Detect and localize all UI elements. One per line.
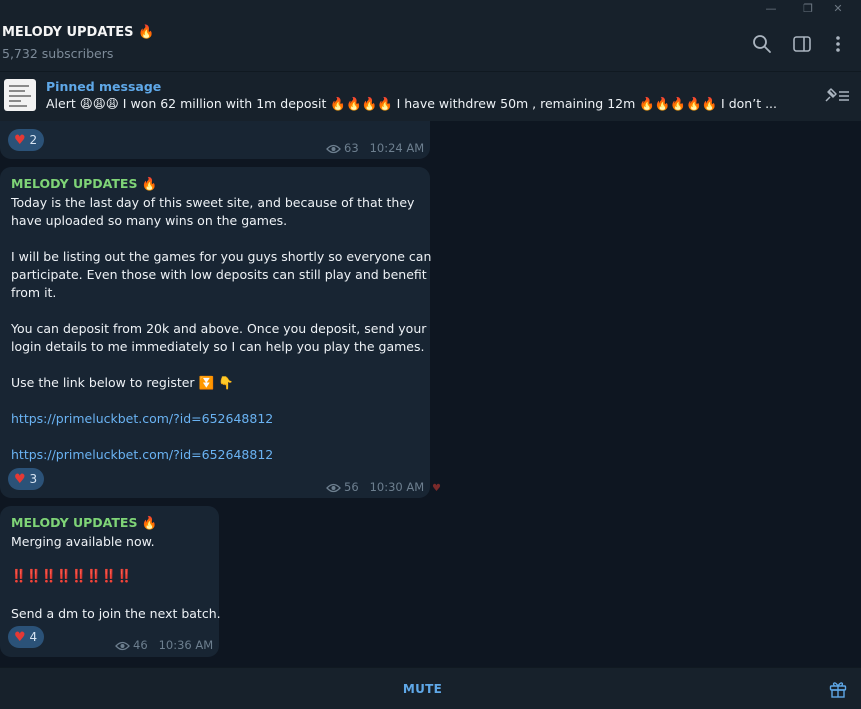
reaction-badge[interactable]: ♥ 3 [8, 468, 45, 490]
channel-title[interactable]: MELODY UPDATES 🔥 [2, 25, 154, 40]
reaction-count: 2 [29, 133, 38, 147]
message-line: login details to me immediately so I can… [11, 339, 425, 354]
reaction-badge[interactable]: ♥ 4 [8, 626, 45, 648]
message-time: 10:30 AM [369, 480, 425, 494]
message-bubble[interactable]: MELODY UPDATES 🔥 Merging available now. … [0, 506, 221, 657]
message-line: from it. [11, 285, 57, 300]
message-line: You can deposit from 20k and above. Once… [11, 321, 427, 336]
register-link[interactable]: https://primeluckbet.com/?id=652648812 [11, 447, 273, 462]
pin-list-icon[interactable] [822, 87, 850, 105]
message-bubble[interactable]: MELODY UPDATES 🔥 Today is the last day o… [0, 167, 432, 498]
reaction-badge[interactable]: ♥ 2 [8, 129, 45, 151]
message-meta: 63 10:24 AM [326, 141, 424, 155]
message-bubble[interactable]: ♥ 2 63 10:24 AM [0, 121, 430, 159]
eye-icon [326, 483, 341, 493]
pinned-thumbnail [4, 79, 36, 111]
message-line: Use the link below to register ⏬ 👇 [11, 375, 234, 390]
reaction-count: 3 [29, 472, 38, 486]
message-line: have uploaded so many wins on the games. [11, 213, 288, 228]
subscriber-count: 5,732 subscribers [2, 46, 114, 61]
reaction-count: 4 [29, 630, 38, 644]
message-line: Today is the last day of this sweet site… [11, 195, 415, 210]
register-link[interactable]: https://primeluckbet.com/?id=652648812 [11, 411, 273, 426]
close-icon[interactable]: ✕ [827, 0, 849, 17]
sidebar-toggle-icon[interactable] [792, 34, 812, 54]
channel-footer: MUTE [0, 667, 861, 709]
message-line: Merging available now. [11, 534, 155, 549]
message-time: 10:24 AM [369, 141, 425, 155]
pinned-label: Pinned message [46, 79, 162, 94]
eye-icon [326, 144, 341, 154]
pinned-message-bar[interactable]: Pinned message Alert 😩😩😩 I won 62 millio… [0, 71, 861, 121]
sender-name[interactable]: MELODY UPDATES 🔥 [11, 515, 157, 531]
side-heart-icon: ♥ [432, 483, 441, 494]
pinned-text: Alert 😩😩😩 I won 62 million with 1m depos… [46, 96, 777, 111]
heart-icon: ♥ [14, 472, 26, 487]
message-meta: 56 10:30 AM [326, 480, 424, 494]
message-line: ‼️‼️‼️‼️‼️‼️‼️‼️ [11, 568, 132, 583]
view-count: 63 [344, 141, 359, 155]
gift-icon[interactable] [828, 679, 848, 699]
message-list[interactable]: ♥ 2 63 10:24 AM MELODY UPDATES 🔥 Today i… [0, 121, 861, 667]
search-icon[interactable] [752, 34, 772, 54]
heart-icon: ♥ [14, 133, 26, 148]
message-time: 10:36 AM [158, 638, 214, 652]
message-line: I will be listing out the games for you … [11, 249, 432, 264]
eye-icon [115, 641, 130, 651]
chat-header: MELODY UPDATES 🔥 5,732 subscribers [0, 17, 861, 71]
view-count: 46 [133, 638, 148, 652]
sender-name[interactable]: MELODY UPDATES 🔥 [11, 176, 157, 192]
message-line: Send a dm to join the next batch. [11, 606, 221, 621]
window-titlebar: — ❐ ✕ [0, 0, 861, 17]
more-vertical-icon[interactable] [828, 34, 848, 54]
restore-icon[interactable]: ❐ [797, 0, 819, 17]
view-count: 56 [344, 480, 359, 494]
mute-button[interactable]: MUTE [380, 682, 465, 696]
message-meta: 46 10:36 AM [115, 638, 213, 652]
heart-icon: ♥ [14, 630, 26, 645]
minimize-icon[interactable]: — [760, 0, 782, 17]
message-line: participate. Even those with low deposit… [11, 267, 427, 282]
